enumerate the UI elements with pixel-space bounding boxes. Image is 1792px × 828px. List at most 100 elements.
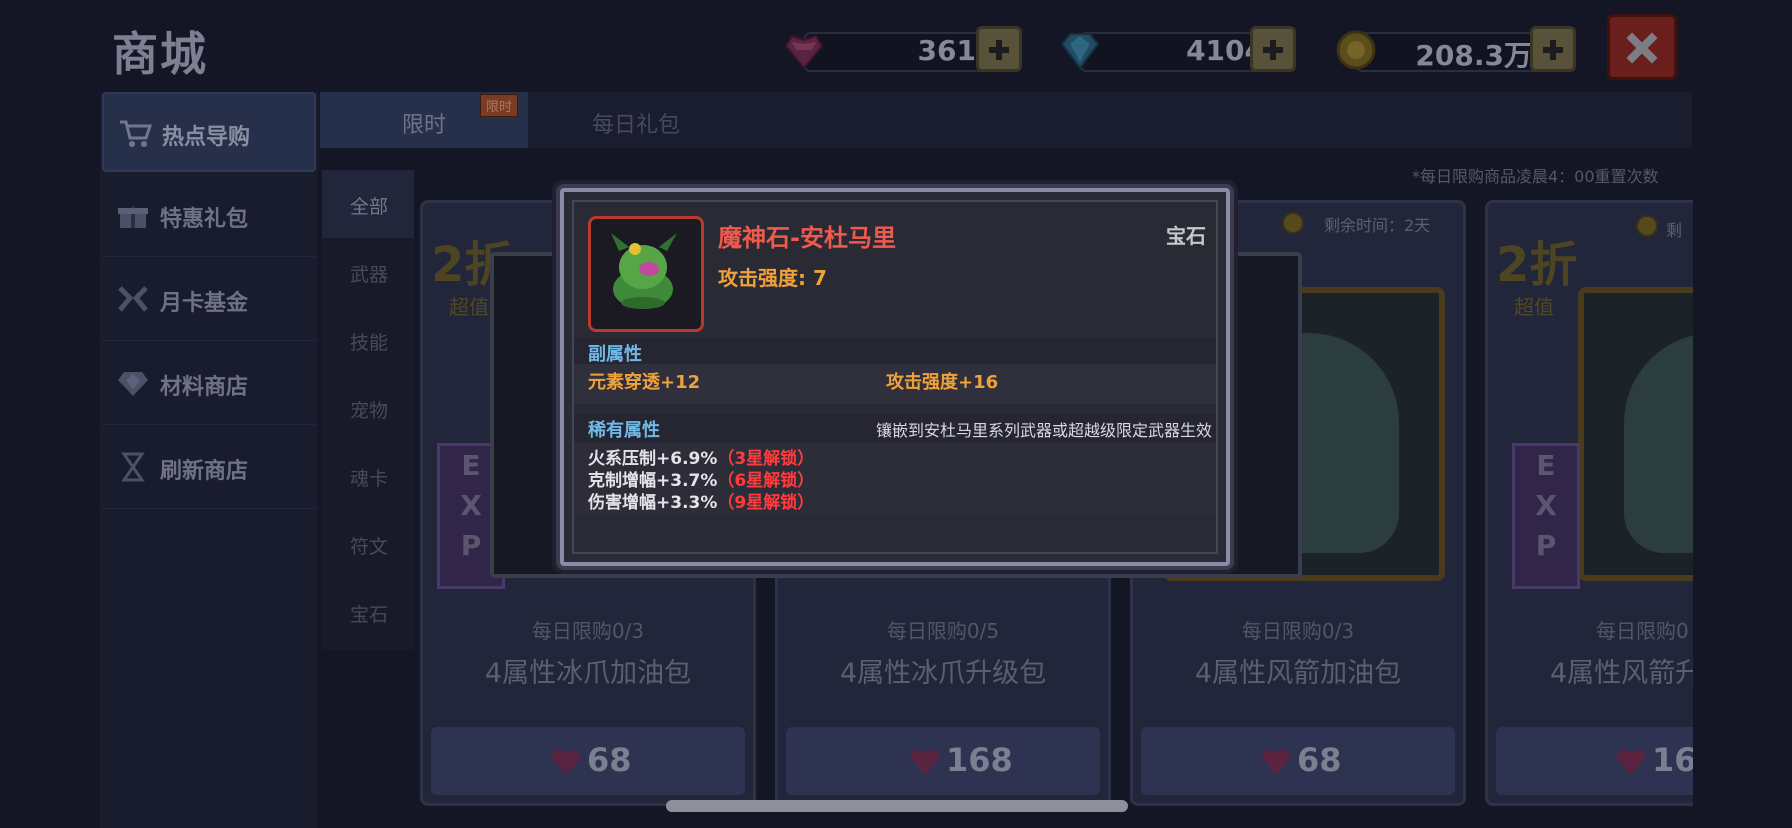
sidebar-item-material-shop[interactable]: 材料商店 bbox=[102, 344, 316, 425]
category-label: 魂卡 bbox=[350, 468, 389, 490]
price: 68 bbox=[587, 741, 632, 779]
item-detail-popup: 魔神石-安杜马里 宝石 攻击强度: 7 副属性 元素穿透+12 攻击强度+16 … bbox=[560, 188, 1230, 566]
gift-icon bbox=[118, 206, 148, 228]
section-title: 副属性 bbox=[588, 344, 642, 365]
close-button[interactable] bbox=[1607, 14, 1677, 80]
sidebar-item-special-packs[interactable]: 特惠礼包 bbox=[102, 176, 316, 257]
add-gold-button[interactable] bbox=[1530, 26, 1576, 72]
rare-stat: 伤害增幅+3.3%（9星解锁） bbox=[588, 493, 815, 513]
price: 168 bbox=[1652, 741, 1693, 779]
category-label: 宠物 bbox=[350, 400, 389, 422]
heart-gem-count: 361 bbox=[917, 34, 976, 67]
discount-label: 2折 bbox=[1496, 237, 1578, 293]
category-soul-card[interactable]: 魂卡 bbox=[322, 442, 414, 510]
product-name: 4属性冰爪升级包 bbox=[839, 658, 1047, 689]
category-all[interactable]: 全部 bbox=[322, 170, 414, 238]
product-name: 4属性风箭升 bbox=[1550, 658, 1693, 689]
exp-letter: E bbox=[1536, 449, 1556, 482]
character-portrait bbox=[1578, 287, 1693, 581]
tab-limited-label: 限时 bbox=[402, 113, 447, 138]
buy-button[interactable]: 168 bbox=[1496, 727, 1693, 795]
sub-stats-row: 元素穿透+12 攻击强度+16 bbox=[574, 364, 1216, 404]
sidebar-item-label: 月卡基金 bbox=[160, 291, 249, 316]
sub-stat: 攻击强度+16 bbox=[886, 372, 999, 393]
clock-icon bbox=[1636, 215, 1658, 237]
purchase-limit: 每日限购0/5 bbox=[886, 619, 1000, 643]
buy-button[interactable]: 168 bbox=[786, 727, 1100, 795]
gold-count: 208.3万 bbox=[1415, 39, 1532, 72]
category-weapon[interactable]: 武器 bbox=[322, 238, 414, 306]
currency-gold: 208.3万 bbox=[1334, 26, 1576, 74]
buy-button[interactable]: 68 bbox=[1141, 727, 1455, 795]
exp-badge: E X P bbox=[1512, 443, 1580, 589]
category-label: 符文 bbox=[350, 536, 389, 558]
heart-gem-icon bbox=[1261, 749, 1291, 775]
category-skill[interactable]: 技能 bbox=[322, 306, 414, 374]
card-fund-icon bbox=[118, 286, 148, 312]
value-tag: 超值 bbox=[1514, 295, 1554, 319]
item-name: 魔神石-安杜马里 bbox=[718, 224, 896, 252]
heart-gem-icon bbox=[910, 749, 940, 775]
material-gem-icon bbox=[118, 372, 148, 396]
sidebar: 热点导购 特惠礼包 月卡基金 材料商店 刷新商店 bbox=[100, 92, 318, 828]
tab-bar: 限时 限时 每日礼包 bbox=[320, 92, 1692, 148]
diamond-icon bbox=[1060, 33, 1100, 70]
home-indicator[interactable] bbox=[666, 800, 1128, 812]
purchase-limit: 每日限购0 bbox=[1596, 619, 1689, 643]
diamond-count: 4104 bbox=[1186, 34, 1264, 67]
time-remaining: 剩余时间：2天 bbox=[1324, 216, 1431, 235]
price: 68 bbox=[1297, 741, 1342, 779]
heart-gem-icon bbox=[1616, 749, 1646, 775]
rare-stats-note: 镶嵌到安杜马里系列武器或超越级限定武器生效 bbox=[875, 421, 1212, 440]
sidebar-item-label: 刷新商店 bbox=[160, 459, 249, 484]
product-name: 4属性风箭加油包 bbox=[1194, 658, 1402, 689]
add-diamond-button[interactable] bbox=[1250, 26, 1296, 72]
purchase-limit: 每日限购0/3 bbox=[1241, 619, 1355, 643]
cart-icon bbox=[120, 120, 152, 147]
sidebar-item-hot[interactable]: 热点导购 bbox=[102, 92, 316, 172]
product-name: 4属性冰爪加油包 bbox=[484, 658, 692, 689]
limited-badge: 限时 bbox=[480, 94, 519, 117]
category-label: 技能 bbox=[350, 332, 389, 354]
heart-gem-icon bbox=[784, 34, 824, 70]
item-type: 宝石 bbox=[1166, 224, 1206, 248]
heart-gem-icon bbox=[551, 749, 581, 775]
currency-diamond: 4104 bbox=[1058, 26, 1308, 74]
category-rune[interactable]: 符文 bbox=[322, 510, 414, 578]
category-label: 武器 bbox=[350, 264, 389, 286]
sub-stat: 元素穿透+12 bbox=[588, 372, 701, 393]
rare-stats-header: 稀有属性 镶嵌到安杜马里系列武器或超越级限定武器生效 bbox=[574, 414, 1216, 442]
sidebar-item-monthly-card[interactable]: 月卡基金 bbox=[102, 260, 316, 341]
category-gem[interactable]: 宝石 bbox=[322, 578, 414, 646]
category-pet[interactable]: 宠物 bbox=[322, 374, 414, 442]
value-tag: 超值 bbox=[449, 295, 489, 319]
tab-daily-label: 每日礼包 bbox=[592, 113, 681, 138]
clock-icon bbox=[1282, 212, 1304, 234]
exp-letter: P bbox=[1535, 529, 1557, 562]
rare-stats-list: 火系压制+6.9%（3星解锁） 克制增幅+3.7%（6星解锁） 伤害增幅+3.3… bbox=[574, 442, 1216, 516]
sidebar-item-label: 热点导购 bbox=[162, 125, 251, 150]
category-label: 宝石 bbox=[350, 604, 389, 626]
sub-stats-header: 副属性 bbox=[574, 338, 1216, 365]
buy-button[interactable]: 68 bbox=[431, 727, 745, 795]
page-title: 商城 bbox=[112, 27, 208, 81]
time-remaining: 剩 bbox=[1666, 221, 1683, 240]
section-title: 稀有属性 bbox=[588, 420, 660, 441]
add-heart-gem-button[interactable] bbox=[976, 26, 1022, 72]
purchase-limit: 每日限购0/3 bbox=[531, 619, 645, 643]
category-list: 全部 武器 技能 宠物 魂卡 符文 宝石 bbox=[322, 170, 414, 650]
currency-heart-gem: 361 bbox=[782, 26, 1022, 74]
category-label: 全部 bbox=[350, 196, 389, 218]
item-icon-frame bbox=[588, 216, 704, 332]
sidebar-item-label: 特惠礼包 bbox=[160, 207, 249, 232]
gold-coin-icon bbox=[1336, 30, 1376, 70]
hourglass-icon bbox=[121, 452, 145, 482]
sidebar-item-label: 材料商店 bbox=[160, 375, 249, 400]
product-card[interactable]: 剩 2折 超值 E X P 每日限购0 4属性风箭升 168 bbox=[1485, 200, 1693, 806]
demon-stone-icon bbox=[611, 233, 677, 309]
daily-reset-note: *每日限购商品凌晨4：00重置次数 bbox=[1412, 167, 1659, 186]
main-stat: 攻击强度: 7 bbox=[718, 266, 827, 290]
exp-letter: X bbox=[1535, 489, 1557, 522]
tab-limited[interactable]: 限时 限时 bbox=[320, 92, 528, 148]
sidebar-item-refresh-shop[interactable]: 刷新商店 bbox=[102, 428, 316, 509]
